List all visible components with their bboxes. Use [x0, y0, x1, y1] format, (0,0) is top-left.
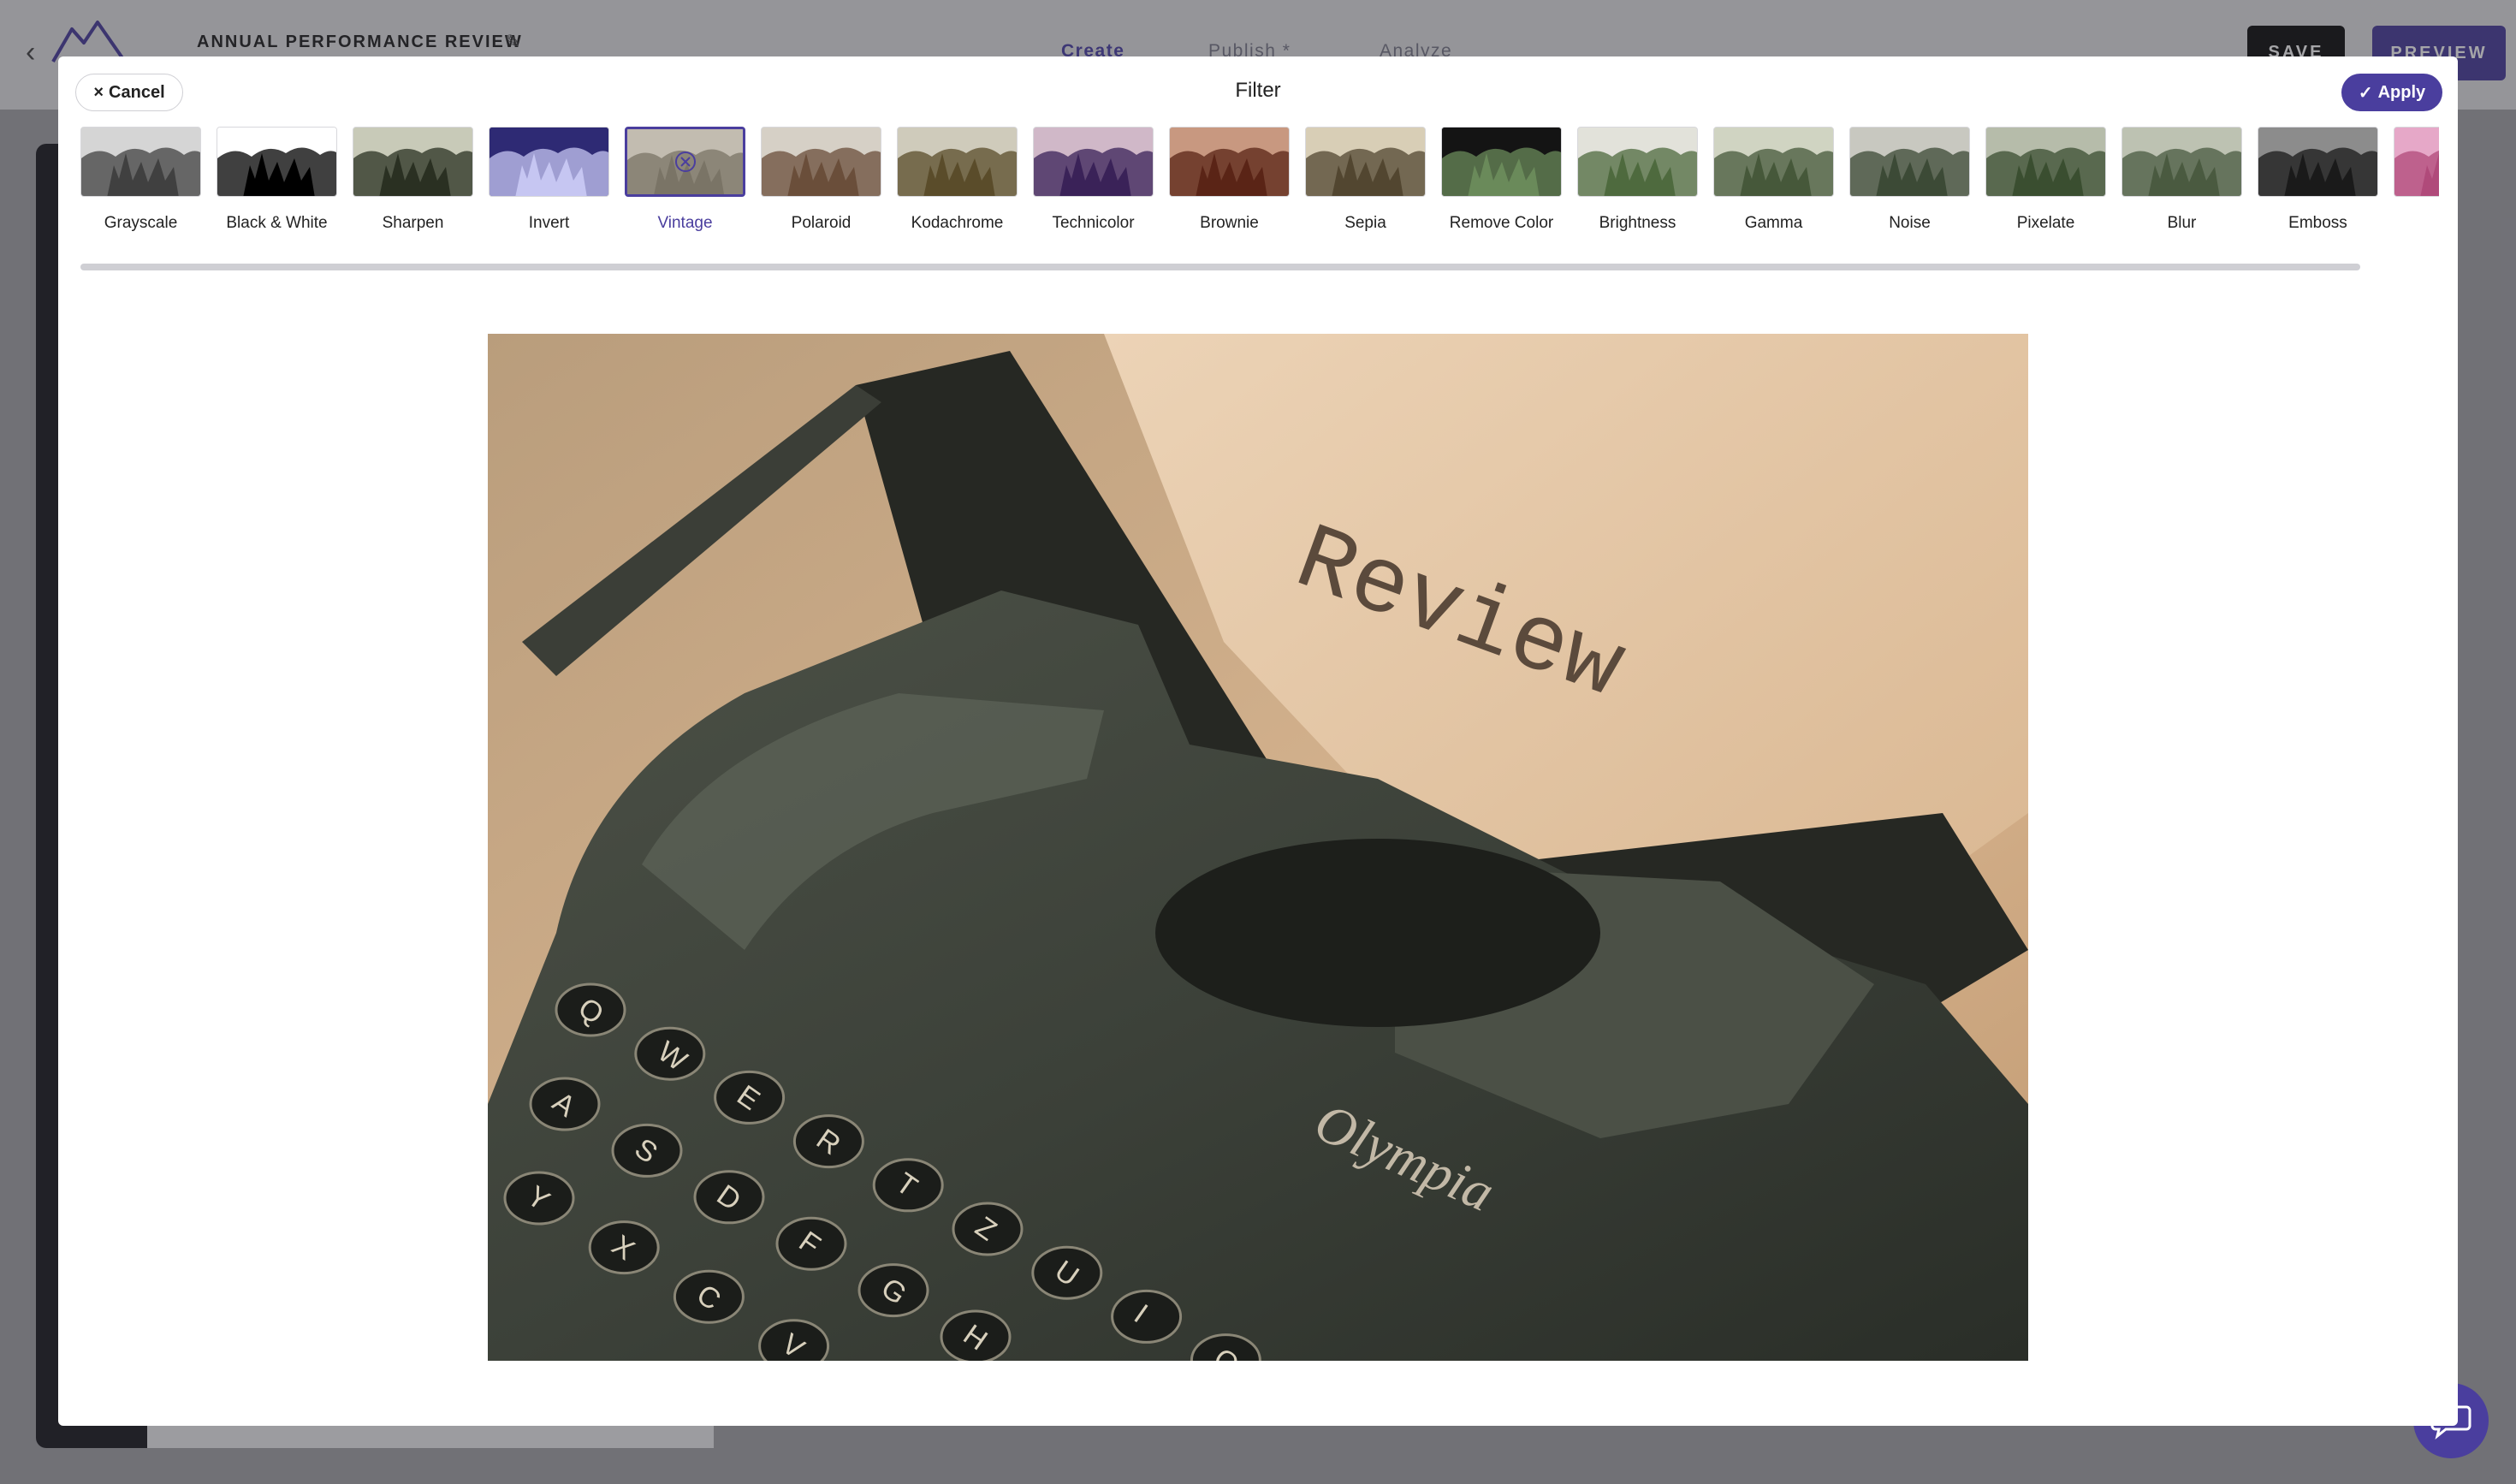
filter-option[interactable]: Gamma: [1713, 127, 1834, 233]
filter-option[interactable]: Noise: [1849, 127, 1970, 233]
filter-thumbnail[interactable]: [489, 127, 609, 197]
filter-label: Black & White: [226, 214, 328, 232]
filter-thumbnail-art: [1714, 128, 1833, 196]
apply-button[interactable]: ✓ Apply: [2341, 74, 2442, 111]
filter-strip: Grayscale Black & White Sharpen Invert Vinta…: [80, 127, 2439, 255]
typewriter-key: T: [872, 1158, 944, 1213]
filter-label: Gamma: [1744, 214, 1803, 232]
filter-thumbnail[interactable]: [1441, 127, 1562, 197]
filter-thumbnail-art: [1442, 128, 1561, 196]
modal-title: Filter: [1235, 79, 1281, 102]
typewriter-key: Q: [555, 982, 626, 1037]
filter-label: Invert: [528, 214, 570, 232]
filter-thumbnail-art: [762, 128, 881, 196]
filter-thumbnail[interactable]: [1849, 127, 1970, 197]
filter-label: Brownie: [1200, 214, 1259, 232]
filter-thumbnail-art: [898, 128, 1017, 196]
filter-option[interactable]: Technicolor: [1033, 127, 1154, 233]
filter-option[interactable]: Brownie: [1169, 127, 1290, 233]
filter-thumbnail-art: [81, 128, 200, 196]
typewriter-key: R: [792, 1114, 864, 1169]
filtered-preview-image: Review QWERTZUIOASDFGHYXCV Olympia: [488, 334, 2028, 1361]
typewriter-key: V: [758, 1319, 830, 1361]
filter-option[interactable]: Grayscale: [80, 127, 201, 233]
filter-thumbnail-art: [1850, 128, 1969, 196]
check-icon: ✓: [2358, 83, 2373, 103]
filter-label: Sharpen: [382, 214, 444, 232]
filter-option[interactable]: Brightness: [1577, 127, 1698, 233]
filter-thumbnail-art: [1170, 128, 1289, 196]
filter-modal: × Cancel Filter ✓ Apply Grayscale Black &…: [58, 56, 2458, 1426]
filter-option[interactable]: Black & White: [217, 127, 337, 233]
typewriter-key: S: [611, 1123, 683, 1178]
filter-thumbnail[interactable]: [1577, 127, 1698, 197]
filter-thumbnail[interactable]: [761, 127, 881, 197]
filter-option[interactable]: Vintage: [625, 127, 745, 233]
filter-option[interactable]: Invert: [489, 127, 609, 233]
apply-label: Apply: [2377, 82, 2426, 102]
filter-thumbnail-art: [353, 128, 472, 196]
filter-option[interactable]: Emboss: [2258, 127, 2378, 233]
filter-label: Kodachrome: [911, 214, 1004, 232]
filter-thumbnail[interactable]: [1305, 127, 1426, 197]
typewriter-key: E: [714, 1070, 786, 1125]
typewriter-key: F: [775, 1216, 847, 1271]
filter-label: Sepia: [1344, 214, 1386, 232]
filter-label: Grayscale: [104, 214, 178, 232]
filter-label: Remove Color: [1449, 214, 1554, 232]
filter-thumbnail-art: [1578, 128, 1697, 196]
filter-thumbnail-art: [2122, 128, 2241, 196]
filter-thumbnail-art: [2258, 128, 2377, 196]
filter-option[interactable]: Kodachrome: [897, 127, 1018, 233]
typewriter-key: Z: [952, 1202, 1024, 1256]
typewriter-key: W: [634, 1026, 706, 1081]
filter-strip-scrollbar[interactable]: [80, 264, 2360, 270]
filter-thumbnail[interactable]: [1033, 127, 1154, 197]
typewriter-key: H: [940, 1309, 1012, 1361]
filter-label: Technicolor: [1052, 214, 1135, 232]
filter-label: Pixelate: [2016, 214, 2075, 232]
filter-label: Brightness: [1599, 214, 1676, 232]
filter-thumbnail[interactable]: [625, 127, 745, 197]
typewriter-illustration: Review QWERTZUIOASDFGHYXCV Olympia: [488, 334, 2028, 1361]
filter-thumbnail-art: [2394, 128, 2439, 196]
filter-thumbnail[interactable]: [897, 127, 1018, 197]
filter-thumbnail[interactable]: [2121, 127, 2242, 197]
filter-label: Polaroid: [791, 214, 852, 232]
filter-thumbnail[interactable]: [2258, 127, 2378, 197]
filter-thumbnail[interactable]: [1985, 127, 2106, 197]
filter-thumbnail[interactable]: [1169, 127, 1290, 197]
filter-label: Blur: [2167, 214, 2197, 232]
filter-thumbnail[interactable]: [2394, 127, 2439, 197]
filter-thumbnail-art: [1034, 128, 1153, 196]
filter-thumbnail-art: [490, 128, 608, 196]
filter-option[interactable]: Blur: [2121, 127, 2242, 233]
typewriter-key: I: [1111, 1289, 1183, 1344]
filter-label: Vintage: [657, 214, 713, 232]
typewriter-key: U: [1031, 1245, 1103, 1300]
typewriter-key: Y: [503, 1171, 575, 1226]
filter-thumbnail-art: [1306, 128, 1425, 196]
filter-option[interactable]: Ble: [2394, 127, 2439, 233]
typewriter-key: G: [857, 1263, 929, 1318]
typewriter-key: C: [673, 1269, 745, 1324]
filter-option[interactable]: Sepia: [1305, 127, 1426, 233]
typewriter-key: D: [693, 1170, 765, 1225]
filter-thumbnail[interactable]: [80, 127, 201, 197]
filter-thumbnail-art: [1986, 128, 2105, 196]
filter-label: Noise: [1889, 214, 1931, 232]
filter-option[interactable]: Polaroid: [761, 127, 881, 233]
filter-thumbnail-art: [217, 128, 336, 196]
filter-option[interactable]: Sharpen: [353, 127, 473, 233]
filter-option[interactable]: Remove Color: [1441, 127, 1562, 233]
filter-row: Grayscale Black & White Sharpen Invert Vinta…: [80, 127, 2439, 233]
filter-option[interactable]: Pixelate: [1985, 127, 2106, 233]
filter-thumbnail[interactable]: [217, 127, 337, 197]
deselect-icon[interactable]: [674, 151, 697, 173]
filter-thumbnail[interactable]: [353, 127, 473, 197]
typewriter-key: A: [529, 1077, 601, 1131]
filter-thumbnail[interactable]: [1713, 127, 1834, 197]
filter-label: Emboss: [2288, 214, 2347, 232]
typewriter-key: X: [588, 1220, 660, 1275]
